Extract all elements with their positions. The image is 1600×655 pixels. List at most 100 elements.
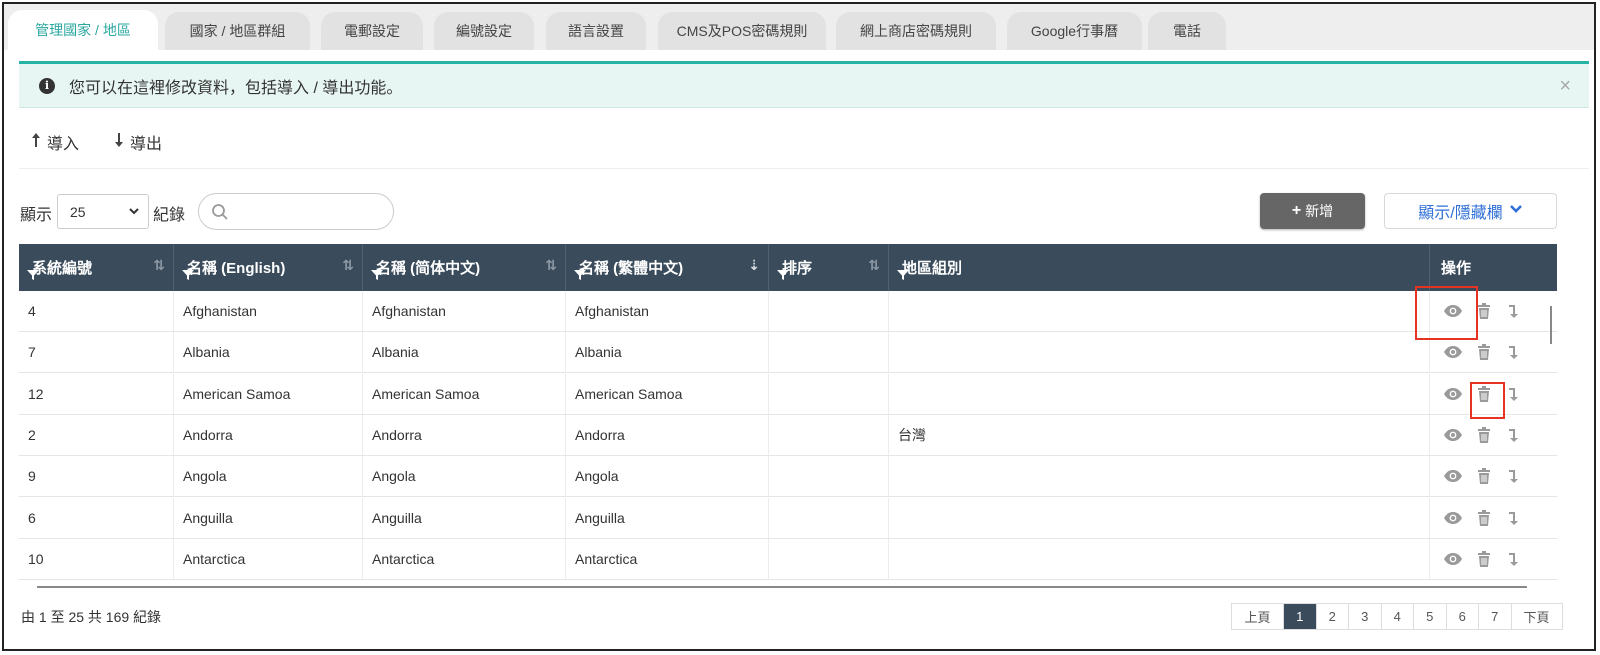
cell-en: Antarctica [174, 538, 363, 579]
tab-phone[interactable]: 電話 [1148, 12, 1226, 50]
move-down-icon[interactable] [1504, 466, 1524, 486]
page-button-6[interactable]: 6 [1446, 604, 1479, 629]
page-button-7[interactable]: 7 [1479, 604, 1512, 629]
trash-icon[interactable] [1474, 384, 1494, 404]
app-frame: 管理國家 / 地區 國家 / 地區群組 電郵設定 編號設定 語言設置 CMS及P… [2, 2, 1596, 651]
trash-icon[interactable] [1474, 466, 1494, 486]
tab-google-calendar[interactable]: Google行事曆 [1007, 12, 1142, 50]
move-down-icon[interactable] [1504, 425, 1524, 445]
eye-icon[interactable] [1443, 301, 1463, 321]
eye-icon[interactable] [1443, 549, 1463, 569]
info-alert: i 您可以在這裡修改資料，包括導入 / 導出功能。 × [19, 61, 1589, 108]
eye-icon[interactable] [1443, 425, 1463, 445]
cell-tc: Anguilla [566, 497, 769, 538]
import-button[interactable]: 導入 [31, 130, 79, 154]
export-button[interactable]: 導出 [114, 130, 162, 154]
prev-page-button[interactable]: 上頁 [1232, 604, 1284, 629]
column-label: 名稱 (简体中文) [376, 260, 481, 277]
row-actions [1430, 456, 1534, 496]
cell-sc: Anguilla [363, 497, 566, 538]
cell-order [769, 373, 889, 414]
tab-online-store-password-rules[interactable]: 網上商店密碼規則 [836, 12, 996, 50]
search-input[interactable] [235, 202, 389, 220]
cell-tc: Afghanistan [566, 291, 769, 331]
cell-id: 12 [19, 373, 174, 414]
cell-tc: Antarctica [566, 538, 769, 579]
tab-country-groups[interactable]: 國家 / 地區群組 [165, 12, 310, 50]
add-button[interactable]: + 新增 [1260, 193, 1365, 229]
cell-en: Afghanistan [174, 291, 363, 331]
table-row: 9 Angola Angola Angola [19, 456, 1557, 498]
cell-group [889, 456, 1430, 497]
cell-group: 台灣 [889, 414, 1430, 455]
trash-icon[interactable] [1474, 301, 1494, 321]
cell-group [889, 291, 1430, 331]
page-button-5[interactable]: 5 [1414, 604, 1447, 629]
tab-bar: 管理國家 / 地區 國家 / 地區群組 電郵設定 編號設定 語言設置 CMS及P… [4, 4, 1594, 50]
arrow-up-icon [31, 132, 41, 153]
column-header-id[interactable]: 系統編號 ⇅ [19, 244, 174, 291]
column-header-actions: 操作 [1430, 244, 1557, 291]
vertical-scrollbar[interactable] [1550, 306, 1552, 344]
tab-numbering-settings[interactable]: 編號設定 [434, 12, 534, 50]
move-down-icon[interactable] [1504, 549, 1524, 569]
page-button-4[interactable]: 4 [1381, 604, 1414, 629]
next-page-button[interactable]: 下頁 [1511, 604, 1562, 629]
column-header-name-tc[interactable]: 名稱 (繁體中文) ⇣ [566, 244, 769, 291]
column-header-region-group[interactable]: 地區組別 [889, 244, 1430, 291]
trash-icon[interactable] [1474, 342, 1494, 362]
cell-id: 9 [19, 456, 174, 497]
cell-en: American Samoa [174, 373, 363, 414]
cell-group [889, 497, 1430, 538]
sort-icon: ⇅ [545, 257, 557, 273]
cell-sc: American Samoa [363, 373, 566, 414]
page-button-1[interactable]: 1 [1284, 604, 1317, 629]
cell-order [769, 291, 889, 331]
eye-icon[interactable] [1443, 466, 1463, 486]
trash-icon[interactable] [1474, 425, 1494, 445]
horizontal-scrollbar[interactable] [37, 586, 1527, 588]
chevron-down-icon [1509, 202, 1523, 221]
cell-sc: Afghanistan [363, 291, 566, 331]
close-icon[interactable]: × [1559, 76, 1571, 96]
cell-en: Anguilla [174, 497, 363, 538]
column-header-order[interactable]: 排序 ⇅ [769, 244, 889, 291]
column-label: 操作 [1441, 260, 1472, 277]
move-down-icon[interactable] [1504, 508, 1524, 528]
move-down-icon[interactable] [1504, 301, 1524, 321]
move-down-icon[interactable] [1504, 342, 1524, 362]
tab-manage-countries[interactable]: 管理國家 / 地區 [8, 10, 158, 50]
table-row: 12 American Samoa American Samoa American S… [19, 373, 1557, 415]
countries-table: 系統編號 ⇅ 名稱 (English) ⇅ 名稱 (简体中文) ⇅ 名稱 (繁體… [19, 244, 1557, 581]
info-icon: i [39, 77, 55, 94]
row-actions [1430, 498, 1534, 538]
table-body: 4 Afghanistan Afghanistan Afghanistan 7 Alban… [19, 291, 1557, 581]
sort-icon: ⇅ [342, 257, 354, 273]
column-header-name-en[interactable]: 名稱 (English) ⇅ [174, 244, 363, 291]
row-actions [1430, 539, 1534, 579]
row-actions [1430, 415, 1534, 455]
column-label: 地區組別 [902, 260, 963, 277]
column-header-name-sc[interactable]: 名稱 (简体中文) ⇅ [363, 244, 566, 291]
page-button-3[interactable]: 3 [1349, 604, 1382, 629]
trash-icon[interactable] [1474, 508, 1494, 528]
cell-group [889, 373, 1430, 414]
cell-id: 7 [19, 332, 174, 373]
toggle-columns-button[interactable]: 顯示/隱藏欄 [1384, 193, 1557, 229]
eye-icon[interactable] [1443, 342, 1463, 362]
tab-language-settings[interactable]: 語言設置 [546, 12, 646, 50]
eye-icon[interactable] [1443, 508, 1463, 528]
row-actions [1430, 291, 1534, 331]
alert-message: 您可以在這裡修改資料，包括導入 / 導出功能。 [69, 79, 403, 97]
cell-group [889, 332, 1430, 373]
tab-email-settings[interactable]: 電郵設定 [321, 12, 423, 50]
move-down-icon[interactable] [1504, 384, 1524, 404]
page-length-select[interactable]: 25 [57, 194, 149, 229]
cell-id: 6 [19, 497, 174, 538]
table-row: 10 Antarctica Antarctica Antarctica [19, 538, 1557, 580]
cell-order [769, 332, 889, 373]
eye-icon[interactable] [1443, 384, 1463, 404]
page-button-2[interactable]: 2 [1316, 604, 1349, 629]
trash-icon[interactable] [1474, 549, 1494, 569]
tab-cms-pos-password-rules[interactable]: CMS及POS密碼規則 [658, 12, 826, 50]
